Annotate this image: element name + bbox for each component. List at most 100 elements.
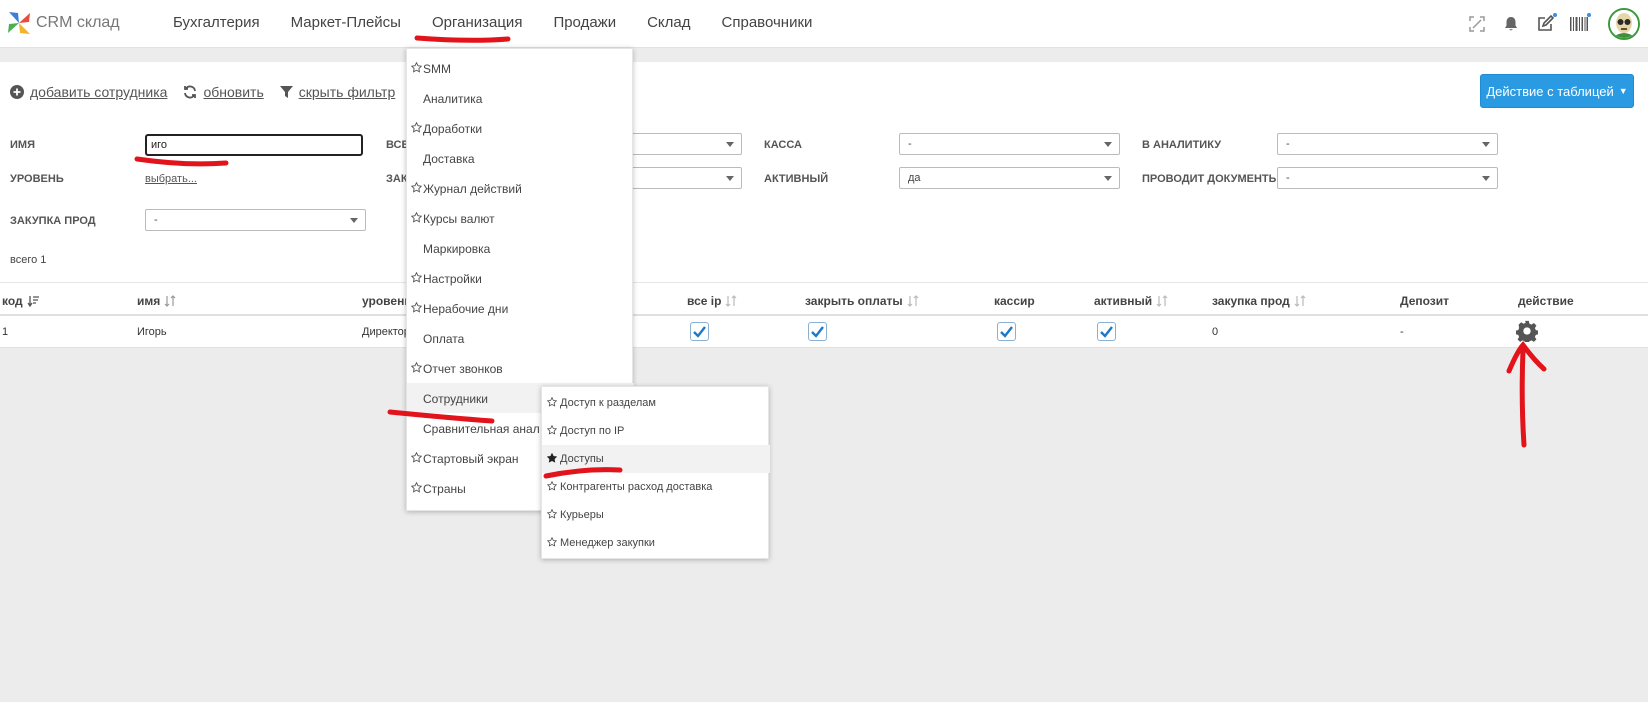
top-bar: CRM склад Бухгалтерия Маркет-Плейсы Орга… [0, 0, 1648, 48]
user-avatar[interactable] [1608, 8, 1640, 40]
col-action: действие [1518, 294, 1574, 308]
menu-item-label: Отчет звонков [423, 362, 503, 376]
menu-item-label: Настройки [423, 272, 482, 286]
active-checkbox[interactable] [1097, 322, 1116, 341]
col-name-label: имя [137, 294, 161, 308]
hide-filter-button[interactable]: скрыть фильтр [279, 84, 395, 100]
menu-item-label: Оплата [423, 332, 465, 346]
purchase-select[interactable]: - [145, 209, 366, 231]
menu-item-label: Доработки [423, 122, 483, 136]
nav-warehouse[interactable]: Склад [647, 14, 690, 31]
close-payments-checkbox[interactable] [808, 322, 827, 341]
refresh-label: обновить [203, 84, 264, 100]
add-employee-button[interactable]: добавить сотрудника [10, 84, 167, 100]
sort-icon [726, 295, 737, 307]
menu-item-analytics[interactable]: Аналитика [407, 83, 634, 113]
analytics-filter-label: В АНАЛИТИКУ [1142, 139, 1222, 151]
star-outline-icon [547, 425, 557, 435]
star-outline-icon [411, 482, 422, 493]
active-select[interactable]: да [899, 167, 1120, 189]
sort-icon [1294, 295, 1306, 307]
menu-item-label: Сотрудники [423, 392, 488, 406]
table-header: код имя уровень все ip закрыть оплаты ка… [0, 282, 1648, 316]
table-action-button[interactable]: Действие с таблицей ▼ [1480, 74, 1634, 108]
col-purchase-label: закупка прод [1212, 294, 1290, 308]
menu-item-holidays[interactable]: Нерабочие дни [407, 293, 634, 323]
col-name[interactable]: имя [137, 294, 176, 308]
col-code[interactable]: код [2, 294, 39, 308]
barcode-icon[interactable] [1568, 13, 1591, 35]
nav-accounting[interactable]: Бухгалтерия [173, 14, 260, 31]
menu-item-action-log[interactable]: Журнал действий [407, 173, 634, 203]
cashier-checkbox[interactable] [997, 322, 1016, 341]
sort-icon [907, 295, 919, 307]
gear-icon[interactable] [1516, 320, 1538, 342]
cell-level: Директор [362, 326, 410, 338]
menu-item-improvements[interactable]: Доработки [407, 113, 634, 143]
col-cashier-label: кассир [994, 294, 1035, 308]
star-outline-icon [547, 509, 557, 519]
menu-item-smm[interactable]: SMM [407, 53, 634, 83]
menu-item-label: Аналитика [423, 92, 483, 106]
star-outline-icon [411, 62, 422, 73]
separator-strip [0, 48, 1648, 62]
submenu-item-ip-access[interactable]: Доступ по IP [542, 417, 770, 445]
refresh-button[interactable]: обновить [183, 84, 264, 100]
submenu-item-purchase-manager[interactable]: Менеджер закупки [542, 529, 770, 557]
nav-marketplaces[interactable]: Маркет-Плейсы [291, 14, 401, 31]
docs-filter-label: ПРОВОДИТ ДОКУМЕНТЫ [1142, 173, 1280, 185]
star-filled-icon [547, 453, 557, 463]
edit-icon[interactable] [1534, 13, 1557, 35]
submenu-item-section-access[interactable]: Доступ к разделам [542, 389, 770, 417]
col-all-ip[interactable]: все ip [687, 294, 737, 308]
analytics-select-value: - [1286, 138, 1290, 150]
level-select-link[interactable]: выбрать... [145, 173, 197, 185]
logo-icon[interactable] [6, 10, 32, 36]
col-close-payments[interactable]: закрыть оплаты [805, 294, 919, 308]
all-ip-checkbox[interactable] [690, 322, 709, 341]
menu-item-delivery[interactable]: Доставка [407, 143, 634, 173]
close-payments-select[interactable] [620, 167, 742, 189]
nav-organization[interactable]: Организация [432, 14, 522, 31]
nav-references[interactable]: Справочники [722, 14, 813, 31]
menu-item-marking[interactable]: Маркировка [407, 233, 634, 263]
cash-select[interactable]: - [899, 133, 1120, 155]
caret-down-icon: ▼ [1618, 86, 1628, 96]
nav-sales[interactable]: Продажи [553, 14, 616, 31]
menu-item-payment[interactable]: Оплата [407, 323, 634, 353]
menu-item-label: Нерабочие дни [423, 302, 509, 316]
analytics-select[interactable]: - [1277, 133, 1498, 155]
brand-name[interactable]: CRM склад [36, 14, 120, 32]
col-close-payments-label: закрыть оплаты [805, 294, 903, 308]
table-row[interactable]: 1 Игорь Директор 0 - [0, 316, 1648, 348]
checkmark-icon [1000, 326, 1013, 338]
col-active[interactable]: активный [1094, 294, 1168, 308]
checkmark-icon [1100, 326, 1113, 338]
menu-item-label: Страны [423, 482, 466, 496]
total-count: всего 1 [10, 254, 47, 266]
employees-panel: добавить сотрудника обновить скрыть филь… [0, 62, 1648, 348]
menu-item-settings[interactable]: Настройки [407, 263, 634, 293]
bell-icon[interactable] [1500, 13, 1522, 35]
fullscreen-icon[interactable] [1466, 13, 1488, 35]
col-purchase[interactable]: закупка прод [1212, 294, 1306, 308]
name-filter-input[interactable] [145, 134, 363, 156]
docs-select[interactable]: - [1277, 167, 1498, 189]
submenu-item-label: Курьеры [560, 509, 604, 521]
checkmark-icon [811, 326, 824, 338]
menu-item-call-report[interactable]: Отчет звонков [407, 353, 634, 383]
star-outline-icon [411, 182, 422, 193]
submenu-item-couriers[interactable]: Курьеры [542, 501, 770, 529]
col-cashier[interactable]: кассир [994, 294, 1035, 308]
submenu-item-contractors-delivery[interactable]: Контрагенты расход доставка [542, 473, 770, 501]
col-level[interactable]: уровень [362, 294, 412, 308]
cash-filter-label: КАССА [764, 139, 802, 151]
col-all-ip-label: все ip [687, 294, 722, 308]
submenu-item-accesses[interactable]: Доступы [542, 445, 770, 473]
star-outline-icon [411, 212, 422, 223]
all-ip-select[interactable] [620, 133, 742, 155]
name-filter-label: ИМЯ [10, 139, 35, 151]
employees-submenu: Доступ к разделам Доступ по IP Доступы К… [541, 386, 770, 559]
menu-item-label: SMM [423, 62, 451, 76]
menu-item-currency-rates[interactable]: Курсы валют [407, 203, 634, 233]
